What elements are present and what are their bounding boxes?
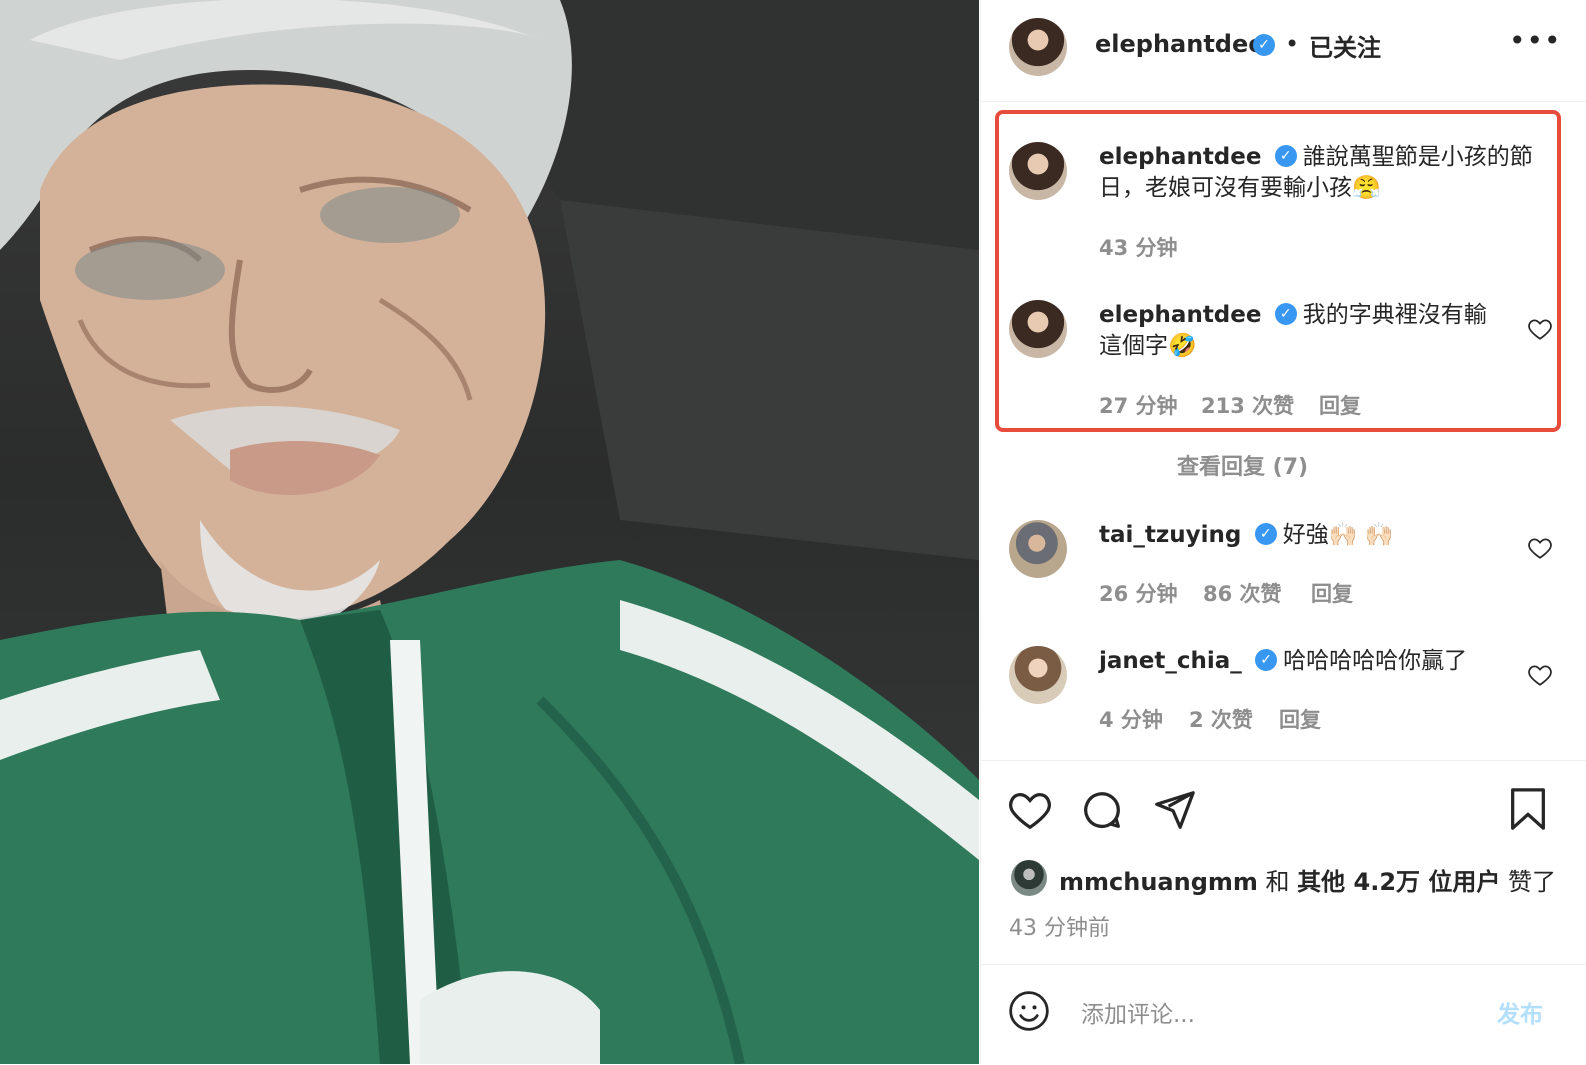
author-username[interactable]: elephantdee — [1095, 30, 1265, 58]
reply-button[interactable]: 回复 — [1279, 704, 1321, 734]
comment-avatar[interactable] — [1009, 300, 1067, 358]
liked-by-suffix: 赞了 — [1508, 868, 1557, 896]
comment-avatar[interactable] — [1009, 646, 1067, 704]
send-icon[interactable] — [1151, 787, 1197, 833]
comment-username[interactable]: tai_tzuying — [1099, 522, 1241, 548]
liker-username[interactable]: mmchuangmm — [1059, 868, 1258, 896]
verified-icon: ✓ — [1254, 522, 1277, 545]
follow-status-button[interactable]: 已关注 — [1309, 28, 1381, 63]
comment-time: 43 分钟 — [1099, 236, 1178, 260]
comment-likes[interactable]: 86 次赞 — [1203, 578, 1282, 608]
heart-icon[interactable] — [1007, 787, 1053, 833]
comment-time: 26 分钟 — [1099, 582, 1178, 606]
emoji-icon[interactable] — [1007, 989, 1051, 1033]
liked-by-summary: mmchuangmm 和 其他 4.2万 位用户 赞了 — [1059, 862, 1556, 897]
comment-text: 好強🙌🏻 🙌🏻 — [1282, 522, 1394, 548]
post-sidebar: elephantdee ✓ • 已关注 ••• elephantdee ✓ 誰說萬… — [980, 0, 1586, 1064]
comment-username[interactable]: elephantdee — [1099, 144, 1261, 170]
like-comment-heart-icon[interactable] — [1527, 316, 1553, 342]
add-comment-input[interactable]: 添加评论... — [1081, 995, 1195, 1029]
reply-button[interactable]: 回复 — [1311, 578, 1353, 608]
like-comment-heart-icon[interactable] — [1527, 662, 1553, 688]
post-photo[interactable] — [0, 0, 979, 1064]
verified-icon: ✓ — [1274, 302, 1297, 325]
comment-text: 哈哈哈哈哈你贏了 — [1283, 648, 1468, 674]
comment-text: 我的字典裡沒有輸 — [1302, 302, 1487, 328]
liker-avatar[interactable] — [1011, 860, 1047, 896]
comment-text-line2: 這個字🤣 — [1099, 333, 1197, 359]
liked-by-and: 和 — [1265, 868, 1290, 896]
comment-time: 4 分钟 — [1099, 708, 1163, 732]
verified-icon: ✓ — [1253, 34, 1275, 56]
comment-username[interactable]: janet_chia_ — [1099, 648, 1242, 674]
comment-likes[interactable]: 213 次赞 — [1201, 390, 1294, 420]
header-separator: • — [1285, 30, 1300, 58]
comment-text: 誰說萬聖節是小孩的節 — [1302, 144, 1533, 170]
comment-text-line2: 日，老娘可沒有要輸小孩😤 — [1099, 175, 1381, 201]
view-replies-button[interactable]: 查看回复 (7) — [1177, 449, 1308, 481]
comment-username[interactable]: elephantdee — [1099, 302, 1261, 328]
add-comment-bar: 添加评论... 发布 — [981, 964, 1586, 1065]
comment-avatar[interactable] — [1009, 520, 1067, 578]
like-comment-heart-icon[interactable] — [1527, 535, 1553, 561]
more-horizontal-icon[interactable]: ••• — [1509, 24, 1562, 57]
verified-icon: ✓ — [1274, 144, 1297, 167]
post-photo-illustration — [0, 0, 979, 1064]
action-bar — [981, 760, 1586, 830]
reply-button[interactable]: 回复 — [1319, 390, 1361, 420]
bookmark-icon[interactable] — [1505, 785, 1551, 833]
verified-icon: ✓ — [1255, 648, 1278, 671]
liked-by-others[interactable]: 其他 4.2万 位用户 — [1297, 868, 1500, 896]
author-avatar[interactable] — [1009, 18, 1067, 76]
comment-time: 27 分钟 — [1099, 394, 1178, 418]
post-time: 43 分钟前 — [1009, 916, 1110, 941]
post-header: elephantdee ✓ • 已关注 ••• — [981, 0, 1586, 102]
comment-likes[interactable]: 2 次赞 — [1189, 704, 1253, 734]
comment-avatar[interactable] — [1009, 142, 1067, 200]
comment-icon[interactable] — [1079, 787, 1125, 833]
post-comment-button[interactable]: 发布 — [1497, 995, 1543, 1029]
